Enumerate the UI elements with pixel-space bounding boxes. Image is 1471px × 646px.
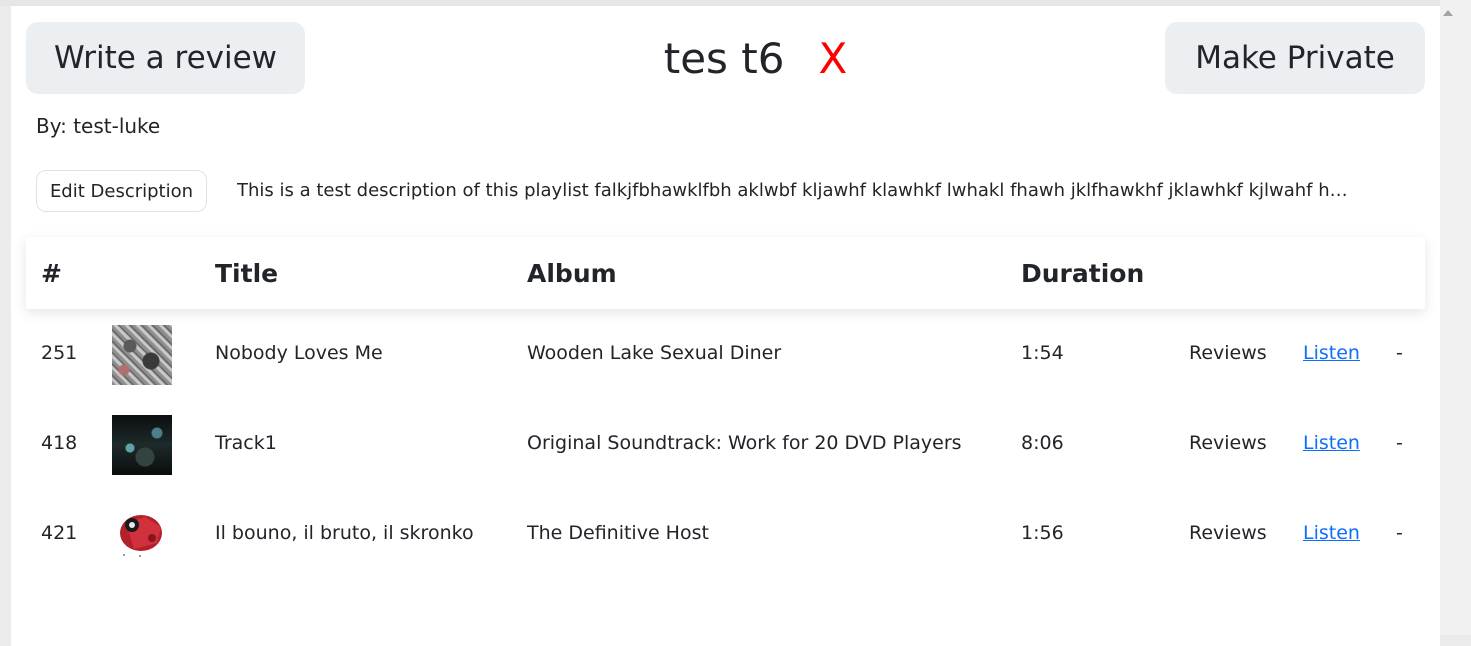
track-album: Wooden Lake Sexual Diner [527, 342, 782, 364]
track-duration: 8:06 [1021, 432, 1064, 454]
remove-track-button[interactable]: - [1396, 522, 1403, 544]
scroll-up-arrow-icon[interactable] [1443, 10, 1453, 16]
table-row: 418 Track1 Original Soundtrack: Work for… [26, 400, 1425, 490]
track-album: Original Soundtrack: Work for 20 DVD Pla… [527, 432, 962, 454]
track-duration: 1:54 [1021, 342, 1064, 364]
track-album: The Definitive Host [527, 522, 709, 544]
table-row: 421 Il bouno, il bruto, il skronko The D… [26, 490, 1425, 580]
delete-playlist-button[interactable]: X [818, 32, 847, 86]
header-duration: Duration [1021, 259, 1145, 288]
remove-track-button[interactable]: - [1396, 432, 1403, 454]
track-title: Nobody Loves Me [215, 342, 383, 364]
reviews-button[interactable]: Reviews [1189, 522, 1267, 544]
track-title: Il bouno, il bruto, il skronko [215, 522, 474, 544]
track-number: 251 [41, 342, 78, 364]
edit-description-button[interactable]: Edit Description [36, 170, 207, 212]
reviews-button[interactable]: Reviews [1189, 432, 1267, 454]
table-header: # Title Album Duration [26, 237, 1425, 309]
reviews-button[interactable]: Reviews [1189, 342, 1267, 364]
album-art [112, 415, 172, 475]
playlist-name: tes t6 [663, 34, 785, 83]
listen-link[interactable]: Listen [1303, 432, 1360, 454]
track-number: 421 [41, 522, 78, 544]
header-title: Title [215, 259, 279, 288]
album-art [112, 505, 172, 565]
track-title: Track1 [215, 432, 277, 454]
playlist-owner: By: test-luke [36, 114, 161, 138]
header-album: Album [527, 259, 617, 288]
listen-link[interactable]: Listen [1303, 522, 1360, 544]
track-number: 418 [41, 432, 78, 454]
track-duration: 1:56 [1021, 522, 1064, 544]
playlist-panel: Write a review tes t6 X Make Private By: … [11, 6, 1440, 646]
make-private-button[interactable]: Make Private [1165, 22, 1425, 94]
listen-link[interactable]: Listen [1303, 342, 1360, 364]
remove-track-button[interactable]: - [1396, 342, 1403, 364]
album-art [112, 325, 172, 385]
scrollbar[interactable] [1440, 0, 1471, 635]
header-number: # [41, 259, 62, 288]
playlist-description: This is a test description of this playl… [237, 180, 1362, 201]
table-row: 251 Nobody Loves Me Wooden Lake Sexual D… [26, 310, 1425, 400]
